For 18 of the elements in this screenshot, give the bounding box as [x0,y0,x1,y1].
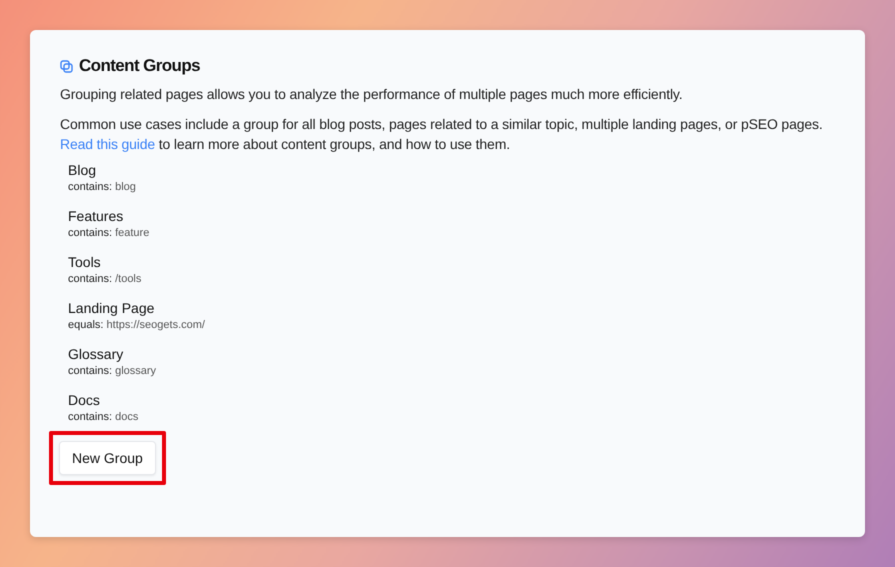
group-rule: contains: /tools [68,272,142,287]
group-rule: contains: feature [68,226,150,241]
group-name[interactable]: Glossary [68,344,124,364]
new-group-button[interactable]: New Group [59,441,156,475]
group-name[interactable]: Features [68,206,124,226]
group-rule: contains: blog [68,180,136,195]
intro-text: Grouping related pages allows you to analyze the performance of multiple pages much more efficiently. [60,85,684,104]
copy-icon [60,60,73,72]
group-name[interactable]: Docs [68,390,100,410]
group-rule: equals: https://seogets.com/ [68,318,205,333]
group-name[interactable]: Tools [68,252,101,272]
group-name[interactable]: Blog [68,160,96,180]
card-title: Content Groups [79,56,200,76]
guide-link[interactable]: Read this guide [60,136,156,152]
usage-text: Common use cases include a group for all blog posts, pages related to a similar topic, multiple landing pages, or pSEO pages. Read this guide to learn more about content groups, and how to use them. [60,115,824,154]
group-rule: contains: glossary [68,364,156,379]
group-name[interactable]: Landing Page [68,298,154,318]
group-rule: contains: docs [68,410,138,425]
